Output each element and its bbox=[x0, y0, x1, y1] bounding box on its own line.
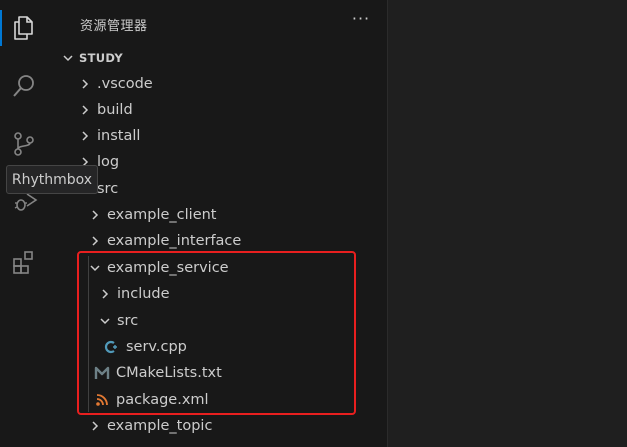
sidebar-title: 资源管理器 bbox=[80, 19, 148, 34]
tooltip: Rhythmbox bbox=[6, 165, 98, 194]
explorer-icon bbox=[14, 16, 33, 40]
tree-item-label: example_client bbox=[107, 207, 217, 223]
chevron-right-icon bbox=[87, 233, 103, 249]
tree-item[interactable]: install bbox=[0, 123, 339, 149]
workspace-title: STUDY bbox=[79, 51, 124, 65]
chevron-right-icon bbox=[87, 207, 103, 223]
sidebar-header: 资源管理器 ··· bbox=[48, 0, 387, 46]
tree-item[interactable]: example_topic bbox=[0, 413, 339, 439]
chevron-down-icon bbox=[60, 50, 76, 66]
tree-item-label: .vscode bbox=[97, 76, 153, 92]
tree-item-label: example_topic bbox=[107, 418, 213, 434]
chevron-right-icon bbox=[77, 102, 93, 118]
editor-area bbox=[388, 0, 627, 447]
workspace-section-header[interactable]: STUDY bbox=[48, 47, 387, 69]
tree-item[interactable]: example_client bbox=[0, 202, 339, 228]
tree-item-label: log bbox=[97, 154, 120, 170]
chevron-right-icon bbox=[77, 128, 93, 144]
tree-item[interactable]: .vscode bbox=[0, 71, 339, 97]
tree-item-label: src bbox=[97, 181, 119, 197]
explorer-button[interactable] bbox=[0, 4, 48, 52]
chevron-right-icon bbox=[87, 418, 103, 434]
chevron-right-icon bbox=[77, 76, 93, 92]
more-actions-button[interactable]: ··· bbox=[350, 11, 372, 34]
tree-item-label: install bbox=[97, 128, 141, 144]
highlight-box bbox=[77, 251, 356, 415]
tree-item-label: example_interface bbox=[107, 233, 242, 249]
tree-item-label: build bbox=[97, 102, 133, 118]
tree-item[interactable]: build bbox=[0, 97, 339, 123]
